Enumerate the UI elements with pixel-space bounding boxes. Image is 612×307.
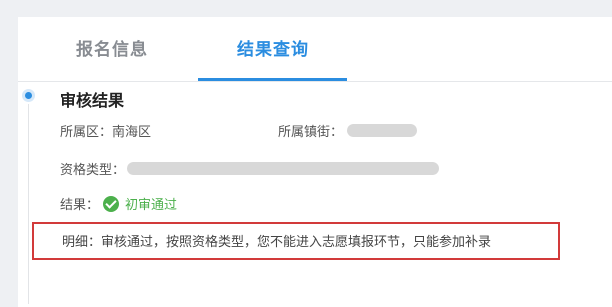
tab-result-query[interactable]: 结果查询 bbox=[237, 37, 309, 63]
district-label: 所属区： bbox=[60, 125, 113, 140]
detail-text: 明细：审核通过，按照资格类型，您不能进入志愿填报环节，只能参加补录 bbox=[62, 235, 492, 250]
active-tab-indicator bbox=[198, 78, 347, 81]
tab-bar: 报名信息 结果查询 bbox=[18, 17, 612, 82]
district-value: 南海区 bbox=[112, 125, 152, 140]
qualification-row: 资格类型： bbox=[60, 159, 440, 178]
tab-registration-info[interactable]: 报名信息 bbox=[76, 37, 148, 63]
section-title: 审核结果 bbox=[60, 91, 125, 110]
street-row: 所属镇街： bbox=[278, 121, 418, 140]
result-label: 结果： bbox=[60, 198, 100, 213]
qualification-label: 资格类型： bbox=[60, 163, 126, 178]
qualification-value-redacted bbox=[127, 162, 440, 175]
result-row: 结果： 初审通过 bbox=[60, 194, 177, 213]
street-label: 所属镇街： bbox=[278, 125, 344, 140]
district-row: 所属区：南海区 bbox=[60, 121, 151, 140]
timeline-line bbox=[28, 104, 29, 304]
result-status: 初审通过 bbox=[125, 198, 178, 213]
check-circle-icon bbox=[103, 195, 120, 212]
street-value-redacted bbox=[347, 124, 418, 137]
timeline-dot-inner bbox=[25, 92, 32, 99]
